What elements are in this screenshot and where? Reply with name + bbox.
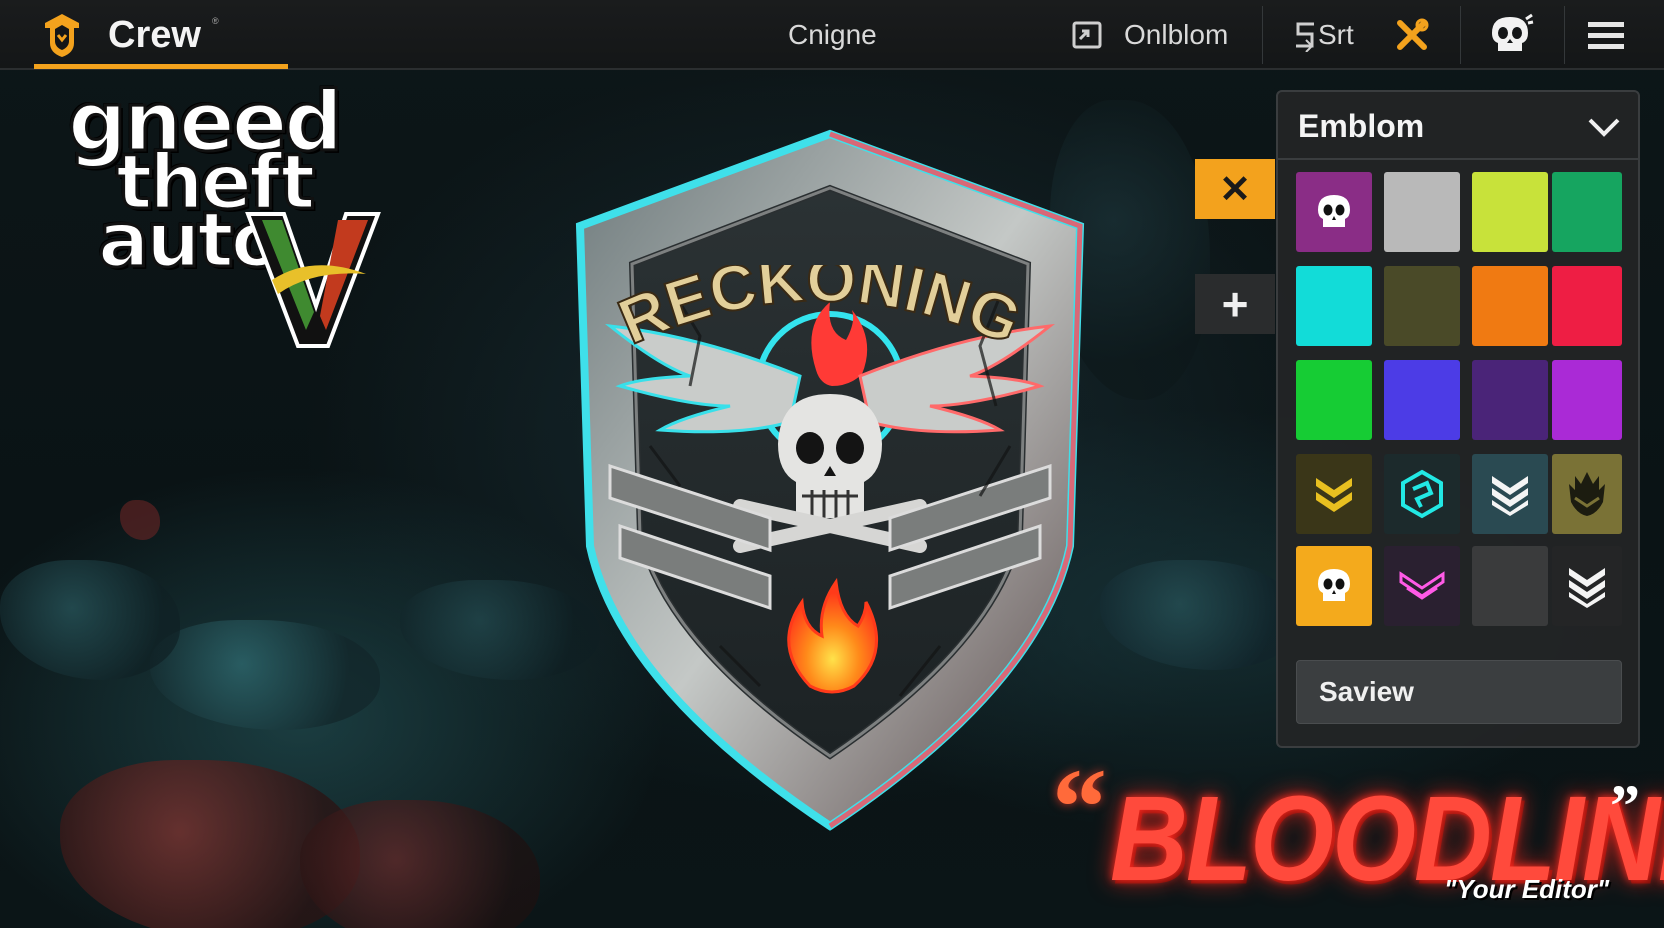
rubble-rock xyxy=(120,500,160,540)
nav-center-tab[interactable]: Cnigne xyxy=(788,19,877,51)
chevrons-white-icon xyxy=(1488,472,1532,516)
swatch-10[interactable] xyxy=(1384,360,1460,440)
profile-skull-button[interactable] xyxy=(1486,0,1534,70)
close-layer-button[interactable]: ✕ xyxy=(1195,159,1275,219)
panel-title: Emblom xyxy=(1298,108,1425,144)
swatch-5[interactable] xyxy=(1296,266,1372,346)
brand[interactable]: Crew ® xyxy=(34,0,288,70)
add-layer-button[interactable]: + xyxy=(1195,274,1275,334)
panel-header[interactable]: Emblom xyxy=(1278,92,1638,160)
swatch-12[interactable] xyxy=(1552,360,1622,440)
plus-icon: + xyxy=(1221,278,1249,330)
crest-icon xyxy=(1565,470,1609,518)
tagline-open-quote: “ xyxy=(1052,746,1107,868)
nav-sort-tab[interactable]: Srt xyxy=(1292,0,1354,70)
main-menu-button[interactable] xyxy=(1588,0,1624,70)
nav-emblem-tab[interactable]: Onlblom xyxy=(1070,0,1228,70)
nav-divider xyxy=(1564,6,1565,64)
active-tab-indicator xyxy=(34,64,288,69)
emblem-title-banner: RECKONING xyxy=(610,265,1030,355)
chevrons-white-icon xyxy=(1565,564,1609,608)
brand-name: Crew xyxy=(108,14,201,56)
save-button-label: Saview xyxy=(1319,676,1414,707)
hex-cyan-icon xyxy=(1399,469,1445,519)
nav-sort-label: Srt xyxy=(1318,19,1354,50)
crew-shield-icon xyxy=(45,14,79,57)
crew-emblem-preview xyxy=(575,129,1085,831)
chevron-pink-icon xyxy=(1397,564,1447,608)
chevron-down-icon[interactable] xyxy=(1586,112,1622,142)
emblem-panel: Emblom Saview xyxy=(1276,90,1640,748)
trademark-mark: ® xyxy=(212,16,219,26)
tools-button[interactable] xyxy=(1392,0,1432,70)
sort-icon xyxy=(1296,22,1314,52)
rubble-rock xyxy=(150,620,380,730)
swatch-18[interactable] xyxy=(1384,546,1460,626)
refresh-icon xyxy=(1072,21,1102,49)
swatch-17[interactable] xyxy=(1296,546,1372,626)
swatch-2[interactable] xyxy=(1384,172,1460,252)
chevrons-gold-icon xyxy=(1312,472,1356,516)
swatch-16[interactable] xyxy=(1552,454,1622,534)
nav-divider xyxy=(1460,6,1461,64)
swatch-7[interactable] xyxy=(1472,266,1548,346)
swatch-8[interactable] xyxy=(1552,266,1622,346)
swatch-14[interactable] xyxy=(1384,454,1460,534)
roman-five-emblem xyxy=(245,212,381,348)
swatch-13[interactable] xyxy=(1296,454,1372,534)
nav-divider xyxy=(1262,6,1263,64)
swatch-1[interactable] xyxy=(1296,172,1372,252)
swatch-9[interactable] xyxy=(1296,360,1372,440)
swatch-15[interactable] xyxy=(1472,454,1548,534)
game-logo: gneed theft auto xyxy=(62,80,402,366)
skull-icon xyxy=(1314,193,1354,231)
close-icon: ✕ xyxy=(1219,168,1251,211)
emblem-title-text: RECKONING xyxy=(610,265,1030,355)
top-bar: Crew ® Cnigne Onlblom Srt xyxy=(0,0,1664,70)
rubble-rock xyxy=(300,800,540,928)
save-button[interactable]: Saview xyxy=(1296,660,1622,724)
rubble-rock xyxy=(1100,560,1300,670)
tagline-close-quote: ” xyxy=(1610,773,1640,839)
tools-icon xyxy=(1397,18,1429,50)
skull-icon xyxy=(1492,13,1534,51)
skull-icon xyxy=(1314,567,1354,605)
tagline-subtitle: "Your Editor" xyxy=(1444,874,1610,904)
swatch-20[interactable] xyxy=(1552,546,1622,626)
swatch-19[interactable] xyxy=(1472,546,1548,626)
menu-icon xyxy=(1588,22,1624,49)
swatch-6[interactable] xyxy=(1384,266,1460,346)
rubble-rock xyxy=(0,560,180,680)
nav-emblem-label: Onlblom xyxy=(1124,19,1229,50)
swatch-4[interactable] xyxy=(1552,172,1622,252)
swatch-3[interactable] xyxy=(1472,172,1548,252)
swatch-11[interactable] xyxy=(1472,360,1548,440)
